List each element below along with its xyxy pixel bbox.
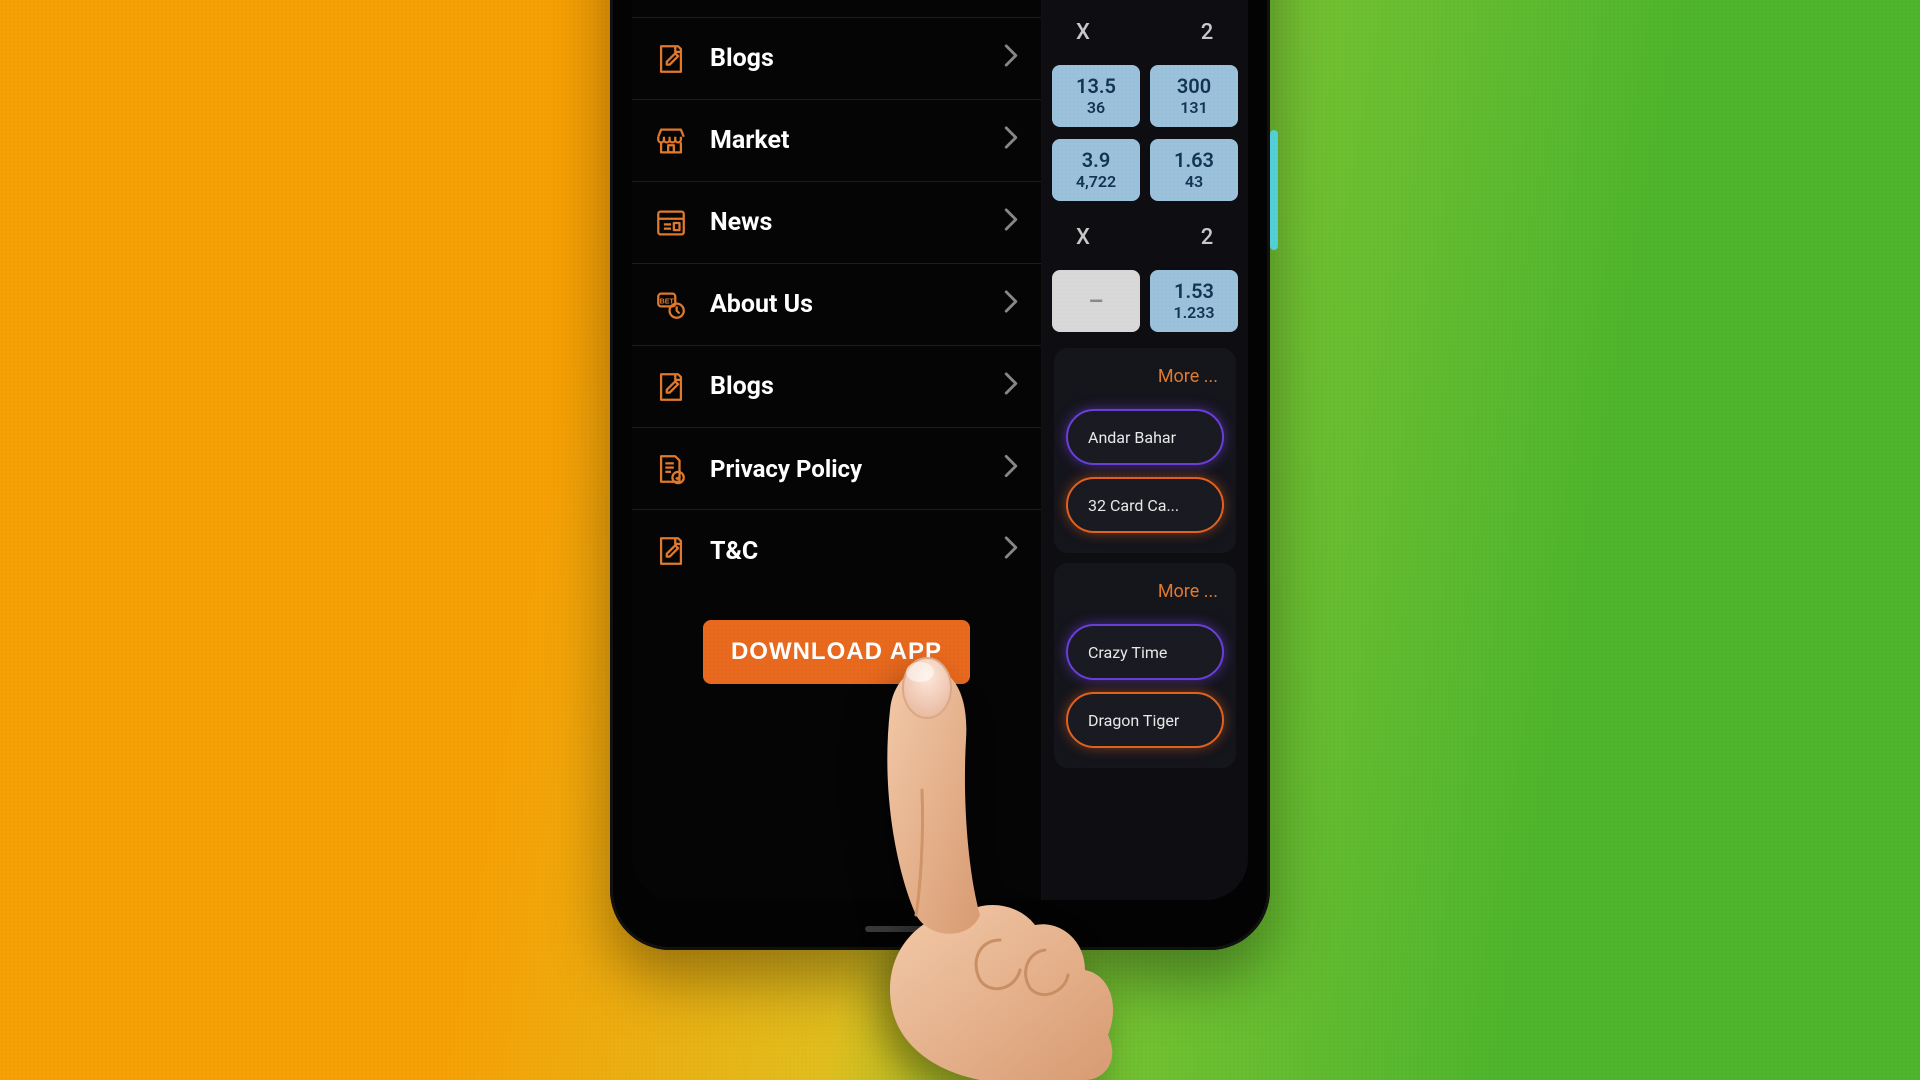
odds-cell[interactable]: 1.63 43 bbox=[1150, 139, 1238, 201]
odds-col-2: 2 bbox=[1166, 225, 1248, 250]
menu-item-privacy[interactable]: Privacy Policy bbox=[632, 428, 1041, 510]
news-icon bbox=[654, 206, 688, 240]
odds-row: – 1.53 1.233 bbox=[1042, 264, 1248, 338]
phone-frame: X 2 13.5 36 300 131 3.9 4,722 bbox=[610, 0, 1270, 950]
odds-row: 13.5 36 300 131 bbox=[1042, 59, 1248, 133]
odds-header-2: X 2 bbox=[1042, 217, 1248, 264]
game-chip[interactable]: Crazy Time bbox=[1066, 624, 1224, 680]
chevron-right-icon bbox=[1003, 371, 1019, 402]
odds-row: 3.9 4,722 1.63 43 bbox=[1042, 133, 1248, 207]
menu-item-blogs-2[interactable]: Blogs bbox=[632, 346, 1041, 428]
blog-icon bbox=[654, 370, 688, 404]
menu-item-label: Blogs bbox=[710, 372, 774, 401]
privacy-icon bbox=[654, 452, 688, 486]
game-section: More ... Andar Bahar 32 Card Ca... bbox=[1054, 348, 1236, 553]
chevron-right-icon bbox=[1003, 125, 1019, 156]
chevron-right-icon bbox=[1003, 207, 1019, 238]
menu-item-label: Market bbox=[710, 126, 790, 155]
download-app-button[interactable]: DOWNLOAD APP bbox=[703, 620, 970, 684]
odds-cell[interactable]: 300 131 bbox=[1150, 65, 1238, 127]
home-indicator bbox=[865, 926, 1015, 932]
menu-item-label: T&C bbox=[710, 537, 758, 566]
navigation-drawer: About Us Blogs Market bbox=[632, 0, 1042, 900]
odds-col-x: X bbox=[1042, 225, 1124, 250]
game-section: More ... Crazy Time Dragon Tiger bbox=[1054, 563, 1236, 768]
menu-item-about-us[interactable]: About Us bbox=[632, 0, 1041, 18]
more-link[interactable]: More ... bbox=[1054, 348, 1236, 397]
odds-cell[interactable]: 1.53 1.233 bbox=[1150, 270, 1238, 332]
odds-header-1: X 2 bbox=[1042, 12, 1248, 59]
menu-item-label: About Us bbox=[710, 290, 813, 319]
phone-screen: X 2 13.5 36 300 131 3.9 4,722 bbox=[632, 0, 1248, 900]
bet-icon: BET bbox=[654, 288, 688, 322]
menu-item-market[interactable]: Market bbox=[632, 100, 1041, 182]
game-chip[interactable]: 32 Card Ca... bbox=[1066, 477, 1224, 533]
chevron-right-icon bbox=[1003, 43, 1019, 74]
blog-icon bbox=[654, 42, 688, 76]
game-chip[interactable]: Andar Bahar bbox=[1066, 409, 1224, 465]
chevron-right-icon bbox=[1003, 536, 1019, 567]
menu-item-label: News bbox=[710, 208, 772, 237]
odds-cell[interactable]: 3.9 4,722 bbox=[1052, 139, 1140, 201]
game-chip[interactable]: Dragon Tiger bbox=[1066, 692, 1224, 748]
odds-cell[interactable]: 13.5 36 bbox=[1052, 65, 1140, 127]
odds-col-x: X bbox=[1042, 20, 1124, 45]
odds-col-2: 2 bbox=[1166, 20, 1248, 45]
menu-item-terms[interactable]: T&C bbox=[632, 510, 1041, 592]
menu-item-news[interactable]: News bbox=[632, 182, 1041, 264]
market-icon bbox=[654, 124, 688, 158]
app-content: X 2 13.5 36 300 131 3.9 4,722 bbox=[1042, 0, 1248, 900]
menu-item-label: Privacy Policy bbox=[710, 455, 862, 483]
terms-icon bbox=[654, 534, 688, 568]
more-link[interactable]: More ... bbox=[1054, 563, 1236, 612]
menu-item-blogs[interactable]: Blogs bbox=[632, 18, 1041, 100]
menu-item-label: Blogs bbox=[710, 44, 774, 73]
chevron-right-icon bbox=[1003, 454, 1019, 484]
odds-cell-empty[interactable]: – bbox=[1052, 270, 1140, 332]
chevron-right-icon bbox=[1003, 289, 1019, 320]
menu-item-about-us-2[interactable]: BET About Us bbox=[632, 264, 1041, 346]
